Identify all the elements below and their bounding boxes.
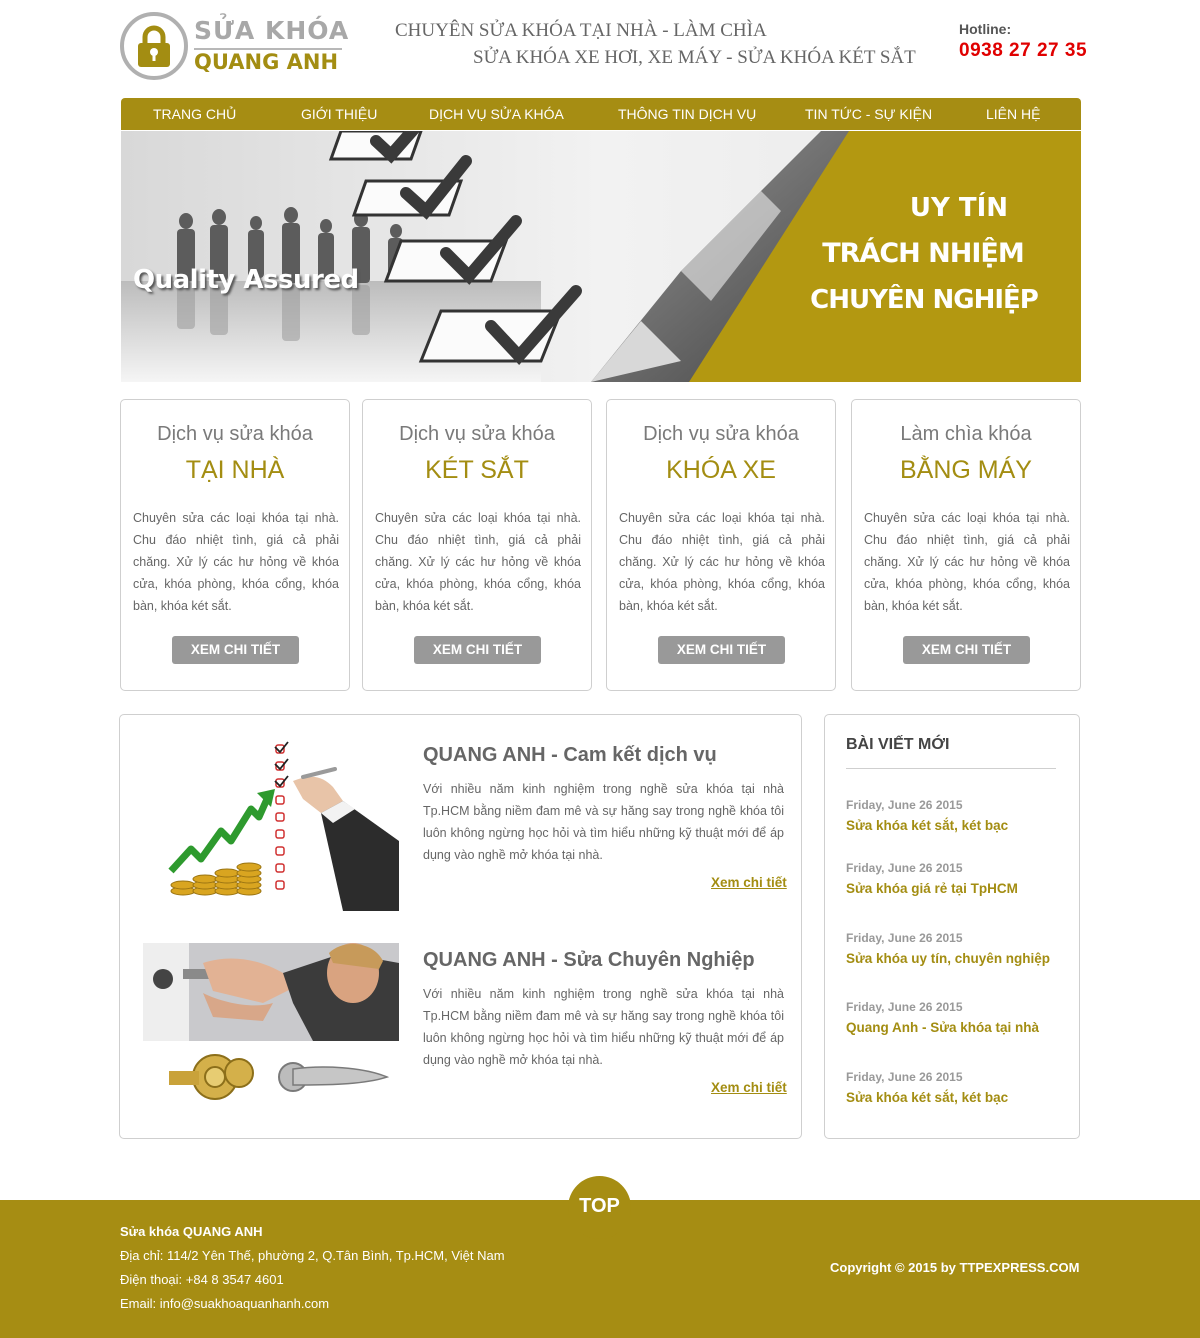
post-link[interactable]: Sửa khóa két sắt, két bạc bbox=[846, 818, 1008, 833]
post-link[interactable]: Sửa khóa két sắt, két bạc bbox=[846, 1090, 1008, 1105]
post-date: Friday, June 26 2015 bbox=[846, 798, 963, 812]
footer-phone: Điện thoại: +84 8 3547 4601 bbox=[120, 1272, 284, 1287]
banner-line-chuyen-nghiep: CHUYÊN NGHIỆP bbox=[810, 285, 1039, 315]
footer-email[interactable]: Email: info@suakhoaquanhanh.com bbox=[120, 1296, 329, 1311]
post-date: Friday, June 26 2015 bbox=[846, 861, 963, 875]
banner-quality-text: Quality Assured bbox=[133, 265, 359, 295]
logo[interactable]: SỬA KHÓA QUANG ANH bbox=[120, 12, 350, 82]
sidebar-title: BÀI VIẾT MỚI bbox=[846, 736, 950, 753]
articles-panel: QUANG ANH - Cam kết dịch vụ Với nhiều nă… bbox=[119, 714, 802, 1139]
hotline-number[interactable]: 0938 27 27 35 bbox=[959, 40, 1087, 62]
service-description: Chuyên sửa các loại khóa tại nhà. Chu đá… bbox=[133, 511, 339, 613]
view-detail-button[interactable]: XEM CHI TIẾT bbox=[414, 636, 541, 664]
post-date: Friday, June 26 2015 bbox=[846, 931, 963, 945]
nav-item-home[interactable]: TRANG CHỦ bbox=[153, 98, 236, 130]
article-title[interactable]: QUANG ANH - Cam kết dịch vụ bbox=[423, 744, 717, 767]
header: SỬA KHÓA QUANG ANH CHUYÊN SỬA KHÓA TẠI N… bbox=[120, 0, 1087, 98]
footer-company-name: Sửa khóa QUANG ANH bbox=[120, 1224, 263, 1239]
post-link[interactable]: Sửa khóa giá rẻ tại TpHCM bbox=[846, 881, 1018, 896]
nav-item-services[interactable]: DỊCH VỤ SỬA KHÓA bbox=[429, 98, 564, 130]
padlock-icon bbox=[120, 12, 188, 80]
service-description: Chuyên sửa các loại khóa tại nhà. Chu đá… bbox=[864, 511, 1070, 613]
article-image-locksmith[interactable] bbox=[143, 943, 399, 1118]
article-read-more-link[interactable]: Xem chi tiết bbox=[711, 875, 787, 890]
post-date: Friday, June 26 2015 bbox=[846, 1000, 963, 1014]
banner-line-trach-nhiem: TRÁCH NHIỆM bbox=[822, 238, 1024, 269]
post-link[interactable]: Quang Anh - Sửa khóa tại nhà bbox=[846, 1020, 1039, 1035]
service-subtitle: Dịch vụ sửa khóa bbox=[643, 423, 799, 445]
sidebar-divider bbox=[846, 768, 1056, 769]
header-slogan-2: SỬA KHÓA XE HƠI, XE MÁY - SỬA KHÓA KÉT S… bbox=[473, 47, 916, 68]
article-description: Với nhiều năm kinh nghiệm trong nghề sửa… bbox=[423, 782, 784, 862]
post-date: Friday, June 26 2015 bbox=[846, 1070, 963, 1084]
service-card-key-machine: Làm chìa khóa BẰNG MÁY Chuyên sửa các lo… bbox=[851, 399, 1081, 691]
hero-banner: Quality Assured UY TÍN TRÁCH NHIỆM CHUYÊ… bbox=[121, 131, 1081, 382]
logo-text-top: SỬA KHÓA bbox=[194, 16, 350, 45]
article-description: Với nhiều năm kinh nghiệm trong nghề sửa… bbox=[423, 987, 784, 1067]
view-detail-button[interactable]: XEM CHI TIẾT bbox=[172, 636, 299, 664]
service-description: Chuyên sửa các loại khóa tại nhà. Chu đá… bbox=[375, 511, 581, 613]
service-title: BẰNG MÁY bbox=[900, 456, 1032, 484]
service-subtitle: Dịch vụ sửa khóa bbox=[399, 423, 555, 445]
article-image-growth-chart[interactable] bbox=[143, 741, 399, 916]
article-read-more-link[interactable]: Xem chi tiết bbox=[711, 1080, 787, 1095]
service-title: KÉT SẮT bbox=[425, 456, 529, 484]
service-card-home: Dịch vụ sửa khóa TẠI NHÀ Chuyên sửa các … bbox=[120, 399, 350, 691]
footer-address: Địa chỉ: 114/2 Yên Thế, phường 2, Q.Tân … bbox=[120, 1248, 505, 1263]
service-description: Chuyên sửa các loại khóa tại nhà. Chu đá… bbox=[619, 511, 825, 613]
view-detail-button[interactable]: XEM CHI TIẾT bbox=[658, 636, 785, 664]
service-subtitle: Làm chìa khóa bbox=[900, 423, 1032, 445]
service-title: TẠI NHÀ bbox=[185, 456, 285, 484]
main-nav: TRANG CHỦ GIỚI THIỆU DỊCH VỤ SỬA KHÓA TH… bbox=[121, 98, 1081, 130]
service-title: KHÓA XE bbox=[666, 456, 776, 484]
banner-line-uy-tin: UY TÍN bbox=[909, 193, 1009, 223]
article-title[interactable]: QUANG ANH - Sửa Chuyên Nghiệp bbox=[423, 949, 755, 972]
nav-item-service-info[interactable]: THÔNG TIN DỊCH VỤ bbox=[618, 98, 756, 130]
service-card-vehicle: Dịch vụ sửa khóa KHÓA XE Chuyên sửa các … bbox=[606, 399, 836, 691]
back-to-top-button[interactable]: TOP bbox=[568, 1176, 631, 1239]
hotline-label: Hotline: bbox=[959, 21, 1012, 37]
nav-item-contact[interactable]: LIÊN HỆ bbox=[986, 98, 1040, 130]
recent-posts-sidebar: BÀI VIẾT MỚI Friday, June 26 2015 Sửa kh… bbox=[824, 714, 1080, 1139]
nav-item-about[interactable]: GIỚI THIỆU bbox=[301, 98, 377, 130]
header-slogan-1: CHUYÊN SỬA KHÓA TẠI NHÀ - LÀM CHÌA bbox=[395, 20, 767, 41]
service-subtitle: Dịch vụ sửa khóa bbox=[157, 423, 313, 445]
service-card-safe: Dịch vụ sửa khóa KÉT SẮT Chuyên sửa các … bbox=[362, 399, 592, 691]
post-link[interactable]: Sửa khóa uy tín, chuyên nghiệp bbox=[846, 951, 1050, 966]
logo-text-bottom: QUANG ANH bbox=[194, 50, 339, 74]
view-detail-button[interactable]: XEM CHI TIẾT bbox=[903, 636, 1030, 664]
nav-item-news[interactable]: TIN TỨC - SỰ KIỆN bbox=[805, 98, 932, 130]
footer-copyright: Copyright © 2015 by TTPEXPRESS.COM bbox=[830, 1260, 1080, 1275]
